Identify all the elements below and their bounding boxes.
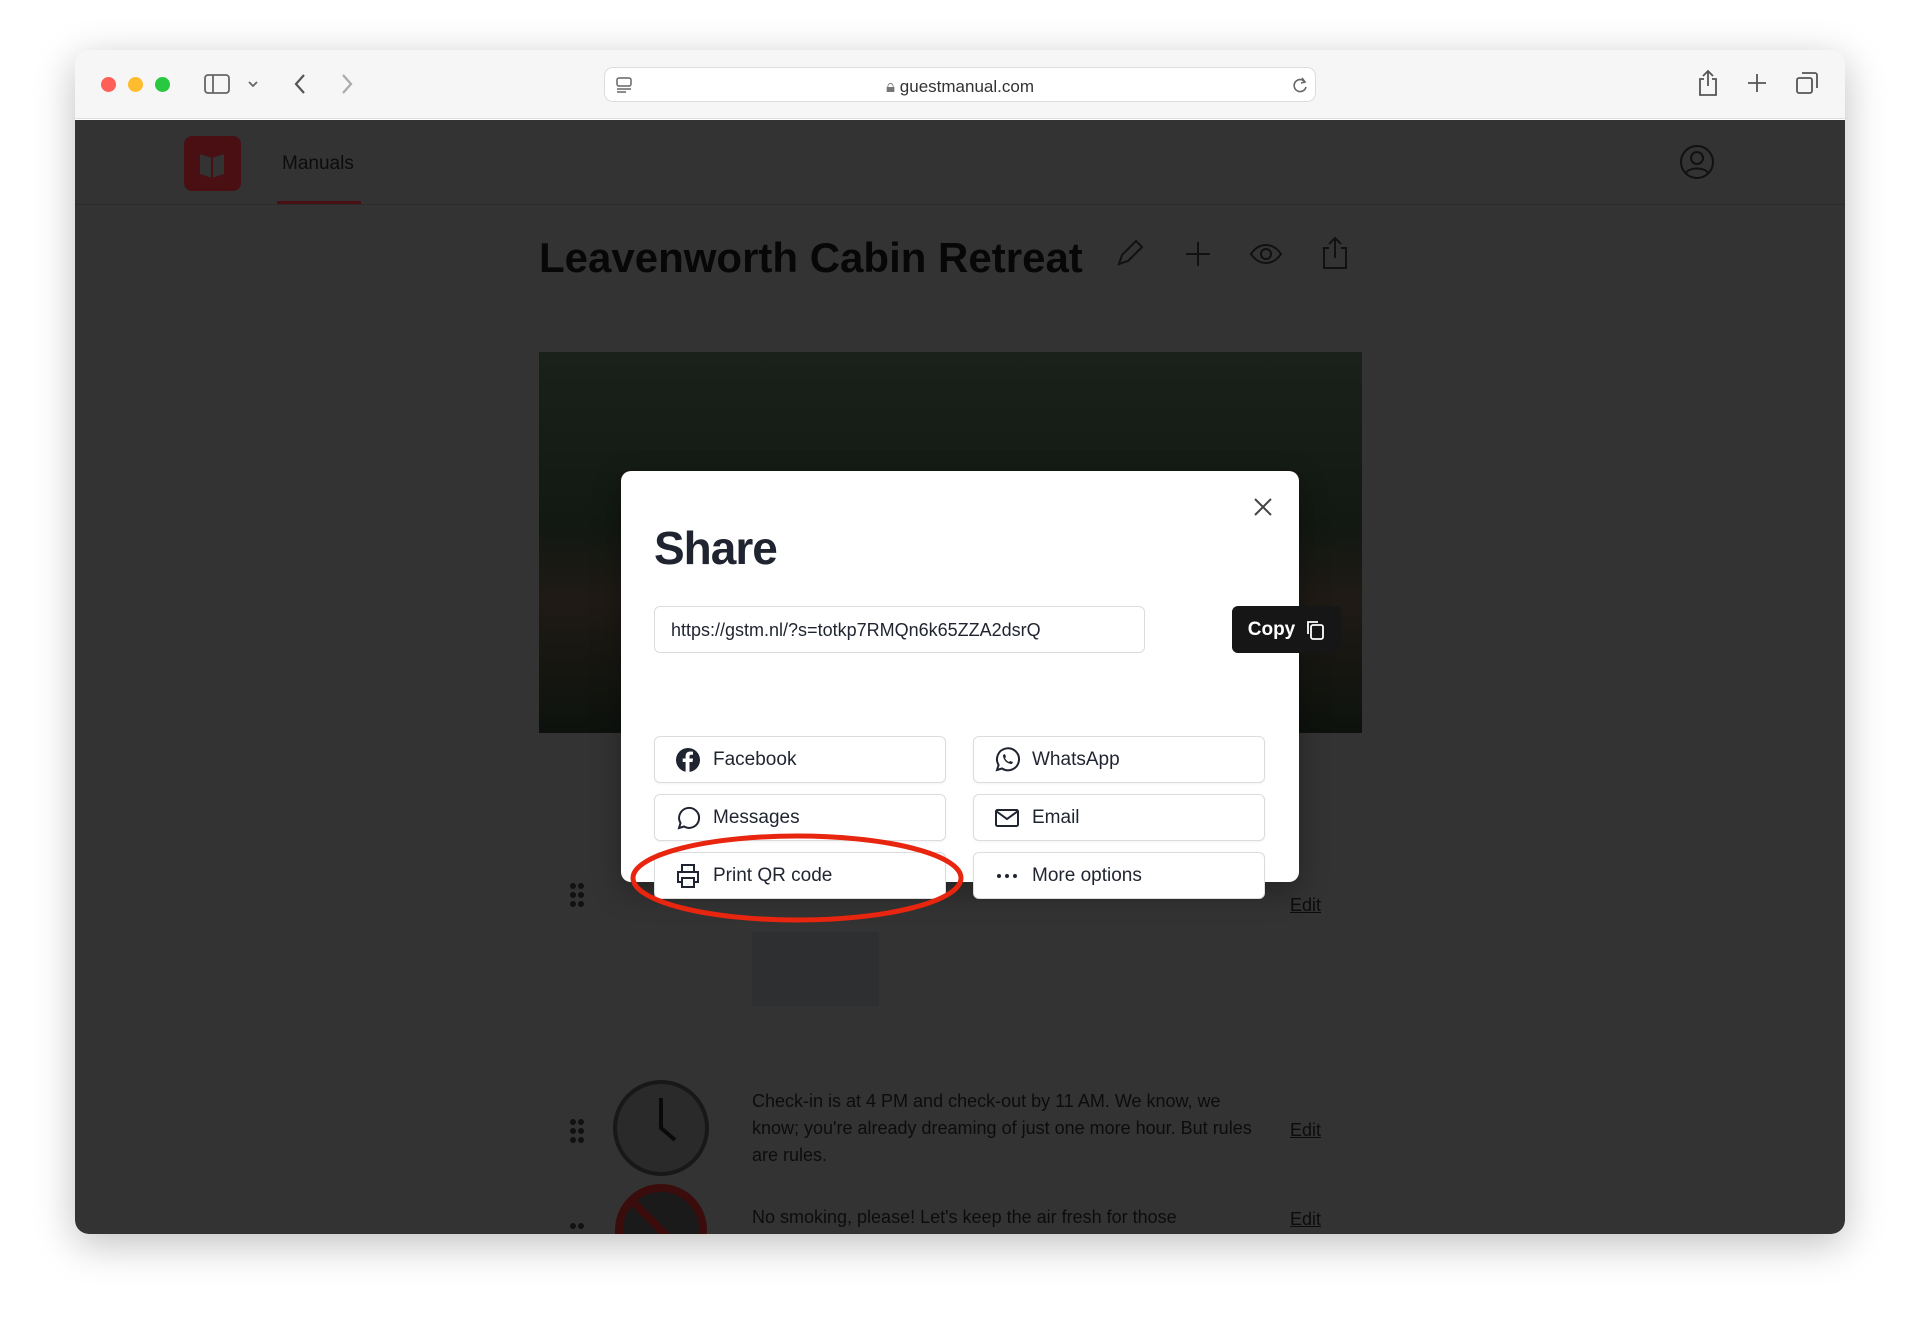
share-dialog: Share https://gstm.nl/?s=totkp7RMQn6k65Z… xyxy=(621,471,1341,923)
close-icon[interactable] xyxy=(1251,495,1275,519)
share-facebook-button[interactable]: Facebook xyxy=(654,736,946,783)
browser-toolbar: 🔒︎ guestmanual.com xyxy=(75,50,1845,119)
share-messages-button[interactable]: Messages xyxy=(654,794,946,841)
reload-icon[interactable] xyxy=(1291,76,1309,94)
app-logo[interactable] xyxy=(184,136,241,191)
preview-eye-icon[interactable] xyxy=(1248,236,1284,272)
share-icon[interactable] xyxy=(1697,69,1719,97)
drag-handle-icon[interactable] xyxy=(569,1220,585,1234)
item-text: Check-in is at 4 PM and check-out by 11 … xyxy=(752,1091,1252,1165)
dialog-title: Share xyxy=(654,522,778,574)
ellipsis-icon xyxy=(997,873,1017,878)
copy-label: Copy xyxy=(1247,618,1296,640)
lock-icon: 🔒︎ xyxy=(886,77,900,96)
printer-icon xyxy=(677,863,699,888)
facebook-icon xyxy=(676,747,700,772)
page-title: Leavenworth Cabin Retreat xyxy=(539,234,1083,281)
sidebar-icon[interactable] xyxy=(204,74,230,94)
copy-button[interactable]: Copy xyxy=(1232,606,1341,653)
share-whatsapp-button[interactable]: WhatsApp xyxy=(973,736,1265,783)
print-qr-label: Print QR code xyxy=(713,864,833,886)
new-tab-icon[interactable] xyxy=(1746,72,1768,94)
share-email-button[interactable]: Email xyxy=(973,794,1265,841)
edit-link[interactable]: Edit xyxy=(1290,1208,1321,1230)
address-bar[interactable]: 🔒︎ guestmanual.com xyxy=(604,67,1316,102)
more-options-label: More options xyxy=(1032,864,1142,886)
app-header: Manuals xyxy=(75,120,1845,205)
clock-icon xyxy=(613,1080,709,1176)
url-text: guestmanual.com xyxy=(899,77,1034,96)
whatsapp-label: WhatsApp xyxy=(1032,748,1120,770)
forward-icon[interactable] xyxy=(339,72,355,96)
browser-window: 🔒︎ guestmanual.com Manuals Leavenworth C… xyxy=(75,50,1845,1234)
messages-label: Messages xyxy=(713,806,800,828)
minimize-window-button[interactable] xyxy=(128,77,143,92)
zoom-window-button[interactable] xyxy=(155,77,170,92)
facebook-label: Facebook xyxy=(713,748,797,770)
copy-icon xyxy=(1307,620,1325,640)
share-upload-icon[interactable] xyxy=(1317,234,1353,272)
user-account-icon[interactable] xyxy=(1679,144,1715,180)
edit-link[interactable]: Edit xyxy=(1290,1120,1321,1141)
item-text: No smoking, please! Let's keep the air f… xyxy=(752,1207,1177,1227)
message-bubble-icon xyxy=(677,806,701,829)
print-qr-code-button[interactable]: Print QR code xyxy=(654,852,946,899)
drag-handle-icon[interactable] xyxy=(569,1118,585,1144)
no-smoking-icon xyxy=(615,1184,707,1234)
chevron-down-icon[interactable] xyxy=(247,79,259,89)
email-label: Email xyxy=(1032,806,1080,828)
more-options-button[interactable]: More options xyxy=(973,852,1265,899)
close-window-button[interactable] xyxy=(101,77,116,92)
tab-overview-icon[interactable] xyxy=(1795,71,1819,95)
email-envelope-icon xyxy=(995,808,1019,827)
map-thumbnail xyxy=(752,932,879,1006)
edit-pencil-icon[interactable] xyxy=(1111,236,1147,272)
nav-active-indicator xyxy=(277,201,361,204)
drag-handle-icon[interactable] xyxy=(569,882,585,908)
whatsapp-icon xyxy=(995,746,1020,772)
add-icon[interactable] xyxy=(1180,236,1216,272)
edit-link[interactable]: Edit xyxy=(1290,895,1321,916)
back-icon[interactable] xyxy=(292,72,308,96)
share-link-input[interactable]: https://gstm.nl/?s=totkp7RMQn6k65ZZA2dsr… xyxy=(654,606,1145,653)
nav-manuals[interactable]: Manuals xyxy=(282,153,354,175)
